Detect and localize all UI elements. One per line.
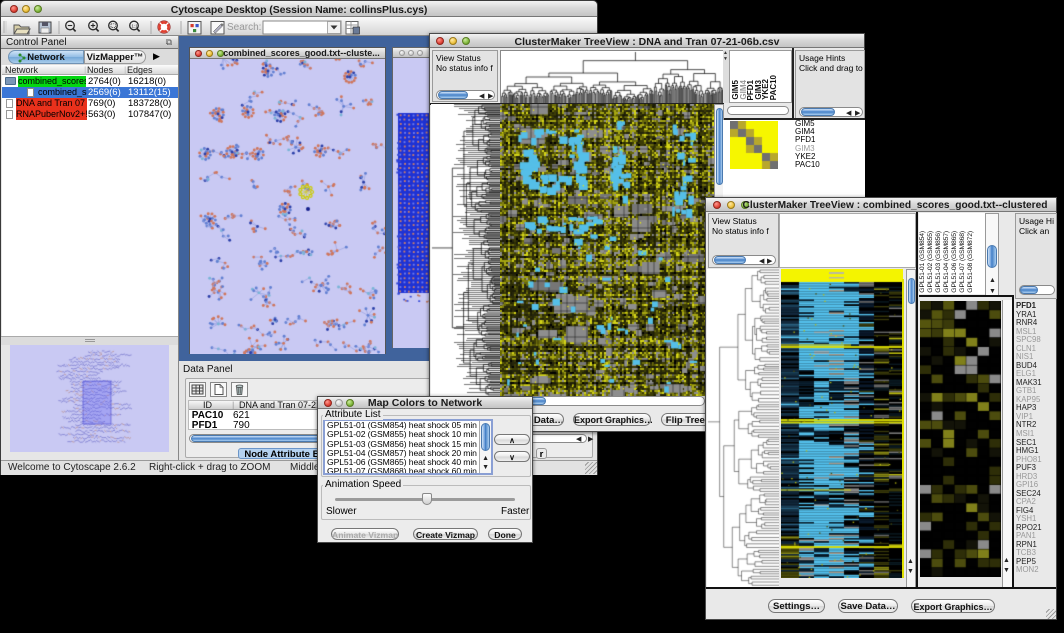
svg-text:Search:: Search: — [227, 22, 261, 33]
svg-text:1:1: 1:1 — [131, 24, 138, 29]
